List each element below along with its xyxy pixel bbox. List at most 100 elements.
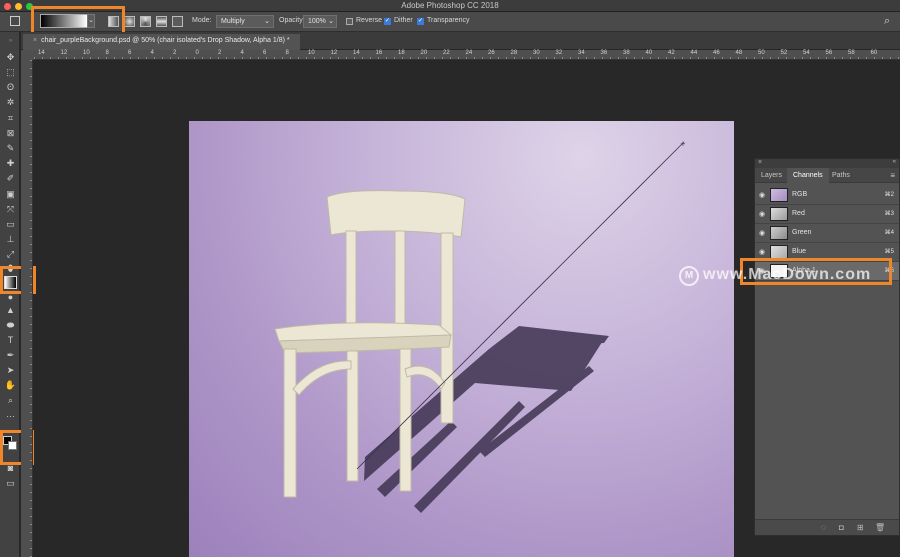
visibility-eye-icon[interactable]: ◉ <box>759 210 765 218</box>
tab-paths[interactable]: Paths <box>826 168 856 183</box>
gradient-picker-highlight <box>31 6 125 35</box>
ruler-tick-label: 30 <box>533 50 540 56</box>
magic-wand-tool-icon[interactable]: ✲ <box>4 96 17 109</box>
frame-tool-icon[interactable]: ⊠ <box>4 127 17 140</box>
channel-shortcut: ⌘3 <box>884 211 894 217</box>
document-title: chair_purpleBackground.psd @ 50% (chair … <box>41 37 290 44</box>
ruler-tick-label: 52 <box>780 50 788 56</box>
chevron-down-icon: ⌄ <box>264 18 270 25</box>
panel-menu-icon[interactable]: ≡ <box>890 171 895 180</box>
stamp-tool-icon[interactable]: ⊥ <box>4 233 17 246</box>
path-selection-tool-icon[interactable]: ➤ <box>4 364 17 377</box>
eraser-tool-icon[interactable]: ▭ <box>4 218 17 231</box>
ruler-tick-label: 24 <box>465 50 473 56</box>
healing-brush-tool-icon[interactable]: ✚ <box>4 157 17 170</box>
ruler-tick-label: 22 <box>443 50 450 56</box>
channel-shortcut: ⌘2 <box>884 192 894 198</box>
tab-layers[interactable]: Layers <box>755 168 788 183</box>
channel-row-red[interactable]: ◉ Red ⌘3 <box>755 205 899 224</box>
brush-tool-icon[interactable]: ✐ <box>4 172 17 185</box>
collapse-toolbar-icon[interactable]: » <box>4 35 17 48</box>
lasso-tool-icon[interactable]: ʘ <box>4 81 17 94</box>
ruler-tick-label: 34 <box>578 50 585 56</box>
gradient-tool-preset-icon[interactable] <box>10 16 20 26</box>
transparency-label: Transparency <box>427 17 470 24</box>
clone-stamp-tool-icon[interactable]: ▣ <box>4 188 17 201</box>
pen-tool-icon[interactable]: ▲ <box>4 304 17 317</box>
search-icon[interactable]: ⌕ <box>884 15 890 28</box>
opacity-value: 100% <box>308 18 326 25</box>
options-bar: ⌄ Mode: Multiply ⌄ Opacity: 100% ⌄ Reverse… <box>0 12 900 32</box>
watermark-logo: M <box>679 266 699 286</box>
document-tab[interactable]: × chair_purpleBackground.psd @ 50% (chair… <box>23 34 300 50</box>
history-brush-tool-icon[interactable]: ⤧ <box>4 203 17 216</box>
load-selection-icon[interactable]: ◌ <box>821 523 826 532</box>
angle-gradient-icon[interactable] <box>140 16 151 27</box>
path-pen-tool-icon[interactable]: ✒ <box>4 349 17 362</box>
ruler-tick-label: 4 <box>150 50 154 56</box>
ruler-tick-label: 8 <box>105 50 109 56</box>
reverse-checkbox[interactable] <box>346 18 353 25</box>
gradient-end-marker: + <box>680 140 686 148</box>
channel-name: RGB <box>792 191 808 198</box>
marquee-tool-icon[interactable]: ⬚ <box>4 66 17 79</box>
ruler-tick-label: 2 <box>218 50 222 56</box>
save-selection-icon[interactable]: ◘ <box>839 523 844 532</box>
ruler-tick-label: 16 <box>375 50 383 56</box>
ruler-tick-label: 44 <box>690 50 698 56</box>
visibility-eye-icon[interactable]: ◉ <box>759 248 765 256</box>
channel-shortcut: ⌘4 <box>884 230 894 236</box>
tab-channels[interactable]: Channels <box>787 168 829 183</box>
screen-mode-icon[interactable]: ▭ <box>4 477 17 490</box>
ruler-tick-label: 50 <box>758 50 765 56</box>
visibility-eye-icon[interactable]: ◉ <box>759 229 765 237</box>
mode-value: Multiply <box>221 18 245 25</box>
diamond-gradient-icon[interactable] <box>172 16 183 27</box>
document-tab-bar: × chair_purpleBackground.psd @ 50% (chair… <box>21 32 900 50</box>
ruler-tick-label: 26 <box>488 50 495 56</box>
mode-select[interactable]: Multiply ⌄ <box>216 15 274 28</box>
panel-header: × « <box>755 159 899 168</box>
hand-tool-icon[interactable]: ✋ <box>4 379 17 392</box>
ruler-tick-label: 48 <box>735 50 743 56</box>
crop-tool-icon[interactable]: ⌗ <box>4 112 17 125</box>
visibility-eye-icon[interactable]: ◉ <box>759 191 765 199</box>
ruler-tick-label: 6 <box>128 50 132 56</box>
channel-thumbnail <box>770 188 788 202</box>
transparency-checkbox[interactable]: ✓ <box>417 18 424 25</box>
close-icon[interactable]: × <box>758 159 762 166</box>
ruler-tick-label: 8 <box>285 50 289 56</box>
zoom-tool-icon[interactable]: ⌕ <box>4 394 17 407</box>
reflected-gradient-icon[interactable] <box>156 16 167 27</box>
delete-channel-icon[interactable]: 🗑 <box>875 523 885 532</box>
watermark-text: www.MacDown.com <box>703 266 872 283</box>
vertical-ruler <box>21 60 33 557</box>
ruler-tick-label: 60 <box>870 50 878 56</box>
dither-label: Dither <box>394 17 413 24</box>
channel-row-green[interactable]: ◉ Green ⌘4 <box>755 224 899 243</box>
ruler-tick-label: 38 <box>623 50 630 56</box>
new-channel-icon[interactable]: ⊞ <box>857 523 864 532</box>
ruler-tick-label: 12 <box>330 50 338 56</box>
type-tool-icon[interactable]: T <box>4 334 17 347</box>
ruler-tick-label: 54 <box>803 50 810 56</box>
horizontal-ruler: 14 12 10 8 6 4 2 0 2 4 6 8 10 12 14 16 18 20 22 24 26 28 30 32 3… <box>34 50 900 60</box>
eyedropper-tool-icon[interactable]: ✎ <box>4 142 17 155</box>
move-tool-icon[interactable]: ✥ <box>4 51 17 64</box>
blur-tool-icon[interactable]: ⤢ <box>4 248 17 261</box>
opacity-input[interactable]: 100% ⌄ <box>303 15 337 28</box>
dither-checkbox[interactable]: ✓ <box>384 18 391 25</box>
radial-gradient-icon[interactable] <box>124 16 135 27</box>
channels-panel: × « Layers Channels Paths ≡ ◉ RGB ⌘2 ◉ R… <box>754 158 900 536</box>
more-tools-icon[interactable]: … <box>4 408 17 421</box>
reverse-label: Reverse <box>356 17 383 24</box>
collapse-panel-icon[interactable]: « <box>893 159 896 165</box>
channel-name: Blue <box>792 248 807 255</box>
close-icon[interactable]: × <box>33 37 37 44</box>
ruler-tick-label: 58 <box>848 50 855 56</box>
channel-row-rgb[interactable]: ◉ RGB ⌘2 <box>755 186 899 205</box>
channel-shortcut: ⌘5 <box>884 249 894 255</box>
shape-tool-icon[interactable]: ⬬ <box>4 319 17 332</box>
ruler-tick-label: 40 <box>645 50 653 56</box>
document-canvas[interactable]: + <box>189 121 734 557</box>
